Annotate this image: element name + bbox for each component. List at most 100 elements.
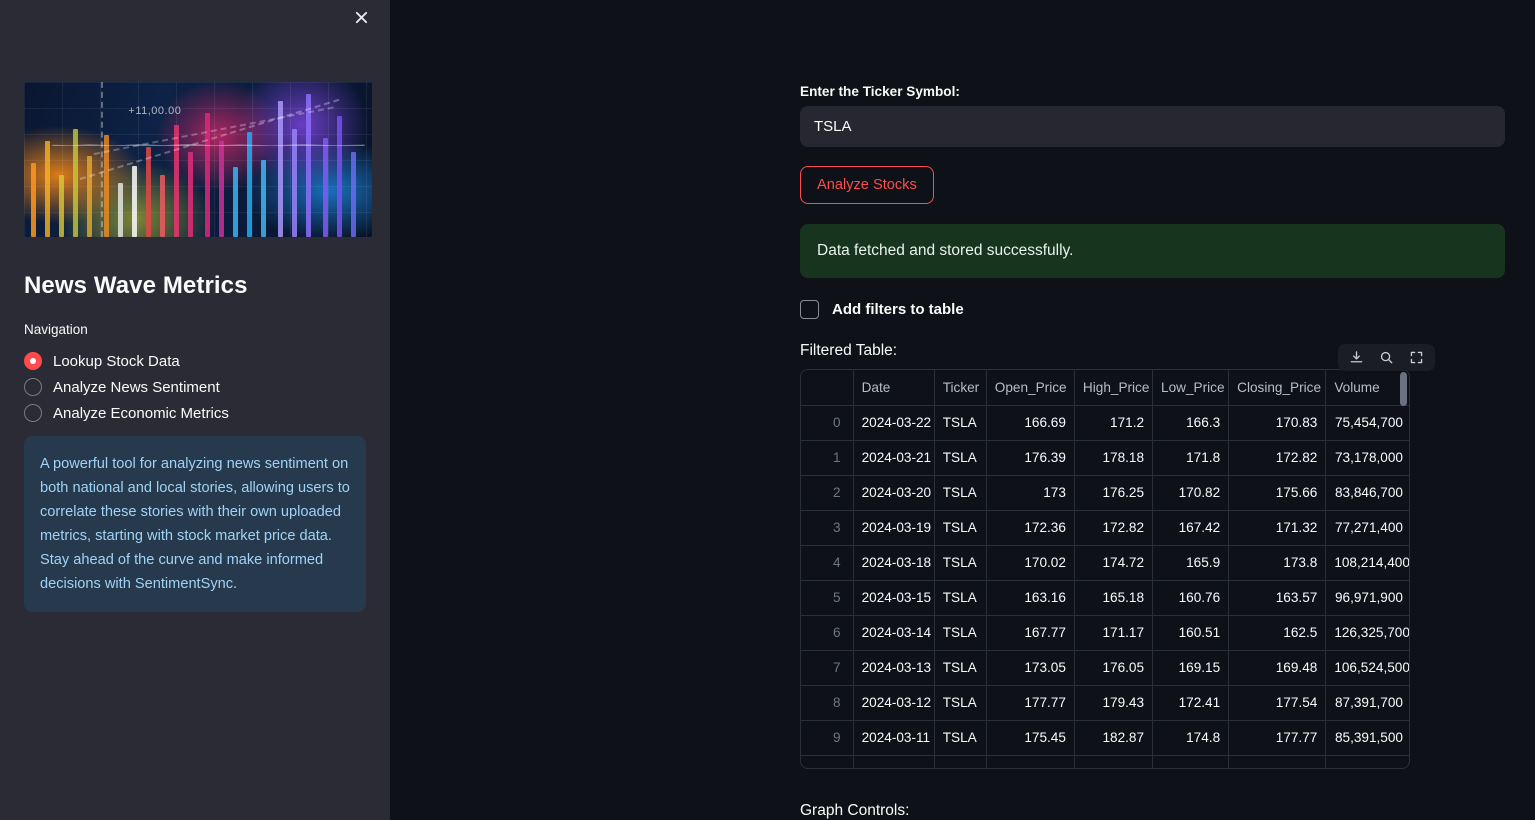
table-cell-closing-price: 175.66 xyxy=(1228,475,1327,511)
table-row[interactable]: 9 2024-03-11 TSLA 175.45 182.87 174.8 177.77 85… xyxy=(801,720,1409,756)
table-cell-high-price: 178.18 xyxy=(1074,440,1154,476)
table-cell-high-price: 171.17 xyxy=(1074,615,1154,651)
hero-dashed-vertical xyxy=(100,82,103,237)
table-row[interactable]: 0 2024-03-22 TSLA 166.69 171.2 166.3 170.83 75,… xyxy=(801,405,1409,441)
table-cell-index: 5 xyxy=(801,580,854,616)
table-col-closing-price[interactable]: Closing_Price xyxy=(1228,370,1327,406)
download-icon[interactable] xyxy=(1347,348,1366,367)
table-cell-high-price: 179.43 xyxy=(1074,685,1154,721)
table-cell-low-price: 160.76 xyxy=(1152,580,1230,616)
table-cell-low-price: 169.15 xyxy=(1152,650,1230,686)
table-cell-closing-price: 172.82 xyxy=(1228,440,1327,476)
table-cell-date: 2024-03-22 xyxy=(853,405,935,441)
table-col-volume[interactable]: Volume xyxy=(1325,370,1409,406)
table-vertical-scrollbar[interactable] xyxy=(1400,372,1407,406)
table-cell-closing-price: 170.83 xyxy=(1228,405,1327,441)
table-cell-ticker: TSLA xyxy=(934,615,987,651)
table-row[interactable]: 3 2024-03-19 TSLA 172.36 172.82 167.42 171.32 7… xyxy=(801,510,1409,546)
table-row[interactable]: 7 2024-03-13 TSLA 173.05 176.05 169.15 169.48 1… xyxy=(801,650,1409,686)
table-col-ticker[interactable]: Ticker xyxy=(934,370,987,406)
table-cell-closing-price: 163.57 xyxy=(1228,580,1327,616)
table-cell-date: 2024-03-18 xyxy=(853,545,935,581)
stock-chart-image: +11,00.00 xyxy=(24,82,372,237)
table-cell-ticker: TSLA xyxy=(934,440,987,476)
stock-data-table: Date Ticker Open_Price High_Price Low_Pr… xyxy=(801,370,1409,768)
table-cell-index: 0 xyxy=(801,405,854,441)
add-filters-row[interactable]: Add filters to table xyxy=(800,298,1505,320)
app-title: News Wave Metrics xyxy=(24,272,248,299)
table-cell-ticker: TSLA xyxy=(934,510,987,546)
table-col-low-price[interactable]: Low_Price xyxy=(1152,370,1230,406)
table-row[interactable]: 6 2024-03-14 TSLA 167.77 171.17 160.51 162.5 12… xyxy=(801,615,1409,651)
fullscreen-icon[interactable] xyxy=(1407,348,1426,367)
table-cell-closing-price: 171.32 xyxy=(1228,510,1327,546)
table-cell-volume: 77,271,400 xyxy=(1325,510,1409,546)
table-col-date[interactable]: Date xyxy=(853,370,935,406)
table-cell-low-price: 165.9 xyxy=(1152,545,1230,581)
table-cell-index: 9 xyxy=(801,720,854,756)
nav-item-lookup-stock-data[interactable]: Lookup Stock Data xyxy=(24,348,354,374)
add-filters-checkbox[interactable] xyxy=(800,299,819,319)
table-col-open-price[interactable]: Open_Price xyxy=(986,370,1075,406)
main-panel: Enter the Ticker Symbol: Analyze Stocks … xyxy=(390,0,1535,820)
analyze-stocks-button[interactable]: Analyze Stocks xyxy=(800,166,934,204)
table-cell-volume: 73,178,000 xyxy=(1325,440,1409,476)
ticker-input[interactable] xyxy=(800,106,1505,147)
table-cell-closing-price: 177.77 xyxy=(1228,720,1327,756)
table-cell-open-price: 173.05 xyxy=(986,650,1075,686)
filtered-table: Date Ticker Open_Price High_Price Low_Pr… xyxy=(800,369,1410,769)
table-cell-ticker: TSLA xyxy=(934,580,987,616)
table-cell-open-price: 176.39 xyxy=(986,440,1075,476)
table-cell-open-price: 175.45 xyxy=(986,720,1075,756)
table-cell-open-price: 173 xyxy=(986,475,1075,511)
radio-icon-selected[interactable] xyxy=(24,352,42,370)
table-row[interactable]: 8 2024-03-12 TSLA 177.77 179.43 172.41 177.54 8… xyxy=(801,685,1409,721)
hero-overlay-text: +11,00.00 xyxy=(128,105,182,118)
close-icon[interactable] xyxy=(344,0,378,34)
table-cell-index: 2 xyxy=(801,475,854,511)
table-cell-ticker: TSLA xyxy=(934,475,987,511)
table-cell-low-price: 172.41 xyxy=(1152,685,1230,721)
table-cell-low-price: 167.42 xyxy=(1152,510,1230,546)
nav-item-analyze-economic-metrics[interactable]: Analyze Economic Metrics xyxy=(24,400,354,426)
table-row[interactable]: 5 2024-03-15 TSLA 163.16 165.18 160.76 163.57 9… xyxy=(801,580,1409,616)
table-header-row: Date Ticker Open_Price High_Price Low_Pr… xyxy=(801,370,1409,406)
table-cell-open-price: 163.16 xyxy=(986,580,1075,616)
nav-item-label: Analyze News Sentiment xyxy=(53,378,220,396)
table-cell-volume: 126,325,700 xyxy=(1325,615,1409,651)
table-cell-volume: 87,391,700 xyxy=(1325,685,1409,721)
table-cell-empty xyxy=(934,755,987,768)
table-cell-index: 1 xyxy=(801,440,854,476)
table-body: 0 2024-03-22 TSLA 166.69 171.2 166.3 170.83 75,… xyxy=(801,405,1409,768)
table-row[interactable]: 1 2024-03-21 TSLA 176.39 178.18 171.8 172.82 73… xyxy=(801,440,1409,476)
radio-icon[interactable] xyxy=(24,404,42,422)
search-icon[interactable] xyxy=(1377,348,1396,367)
sidebar-info-box: A powerful tool for analyzing news senti… xyxy=(24,436,366,612)
table-cell-low-price: 166.3 xyxy=(1152,405,1230,441)
navigation-label: Navigation xyxy=(24,322,88,337)
table-cell-high-price: 165.18 xyxy=(1074,580,1154,616)
table-col-high-price[interactable]: High_Price xyxy=(1074,370,1154,406)
table-cell-empty xyxy=(1326,755,1409,768)
radio-icon[interactable] xyxy=(24,378,42,396)
table-cell-volume: 83,846,700 xyxy=(1325,475,1409,511)
table-cell-empty xyxy=(986,755,1075,768)
table-cell-closing-price: 162.5 xyxy=(1228,615,1327,651)
table-col-index[interactable] xyxy=(801,370,854,406)
table-cell-closing-price: 177.54 xyxy=(1228,685,1327,721)
table-cell-ticker: TSLA xyxy=(934,405,987,441)
nav-item-label: Lookup Stock Data xyxy=(53,352,180,370)
table-cell-empty xyxy=(801,755,854,768)
table-cell-volume: 96,971,900 xyxy=(1325,580,1409,616)
table-cell-date: 2024-03-13 xyxy=(853,650,935,686)
table-cell-ticker: TSLA xyxy=(934,720,987,756)
table-row[interactable]: 4 2024-03-18 TSLA 170.02 174.72 165.9 173.8 108… xyxy=(801,545,1409,581)
table-cell-date: 2024-03-20 xyxy=(853,475,935,511)
table-cell-volume: 108,214,400 xyxy=(1325,545,1409,581)
table-cell-ticker: TSLA xyxy=(934,545,987,581)
sidebar: +11,00.00 News Wave Metrics Navigation L… xyxy=(0,0,390,820)
nav-item-analyze-news-sentiment[interactable]: Analyze News Sentiment xyxy=(24,374,354,400)
table-cell-ticker: TSLA xyxy=(934,685,987,721)
table-row[interactable]: 2 2024-03-20 TSLA 173 176.25 170.82 175.66 83,8… xyxy=(801,475,1409,511)
ticker-label: Enter the Ticker Symbol: xyxy=(800,84,960,99)
